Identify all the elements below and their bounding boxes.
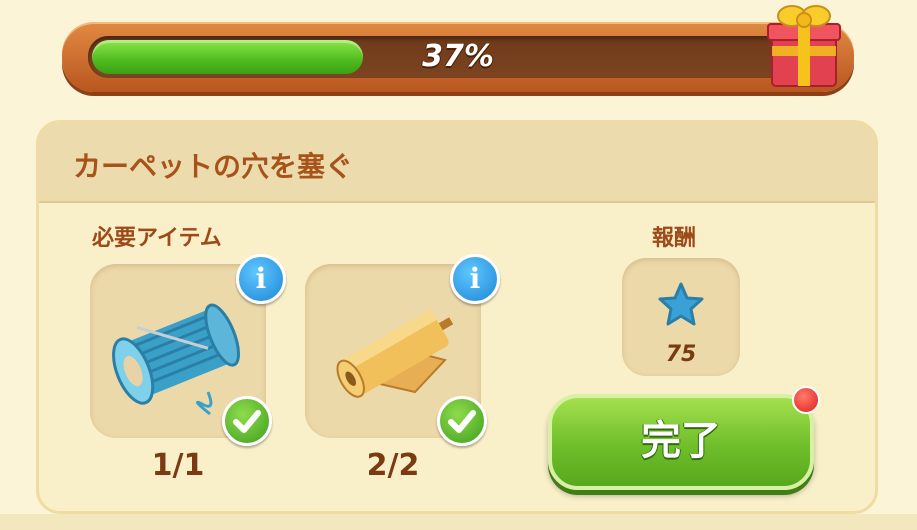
info-button-fabric-roll[interactable]: i <box>450 254 500 304</box>
info-button-thread-spool[interactable]: i <box>236 254 286 304</box>
quest-header: カーペットの穴を塞ぐ <box>39 123 875 203</box>
progress-label: 37% <box>422 39 494 74</box>
quest-title: カーペットの穴を塞ぐ <box>73 150 354 183</box>
item-count-fabric-roll: 2/2 <box>366 448 420 483</box>
quest-progress-bar: 37% <box>62 22 854 92</box>
gift-box-icon[interactable] <box>764 0 844 90</box>
notification-dot <box>792 386 820 414</box>
reward-label: 報酬 <box>652 226 697 251</box>
reward-value: 75 <box>665 342 697 367</box>
bottom-strip <box>0 514 917 530</box>
check-icon-thread-spool <box>222 396 272 446</box>
reward-slot: 75 <box>622 258 740 376</box>
progress-track: 37% <box>88 36 828 78</box>
required-items-label: 必要アイテム <box>92 226 222 251</box>
item-count-thread-spool: 1/1 <box>151 448 205 483</box>
blue-star-icon <box>658 282 704 326</box>
check-icon-fabric-roll <box>437 396 487 446</box>
complete-button[interactable]: 完了 <box>548 394 814 490</box>
